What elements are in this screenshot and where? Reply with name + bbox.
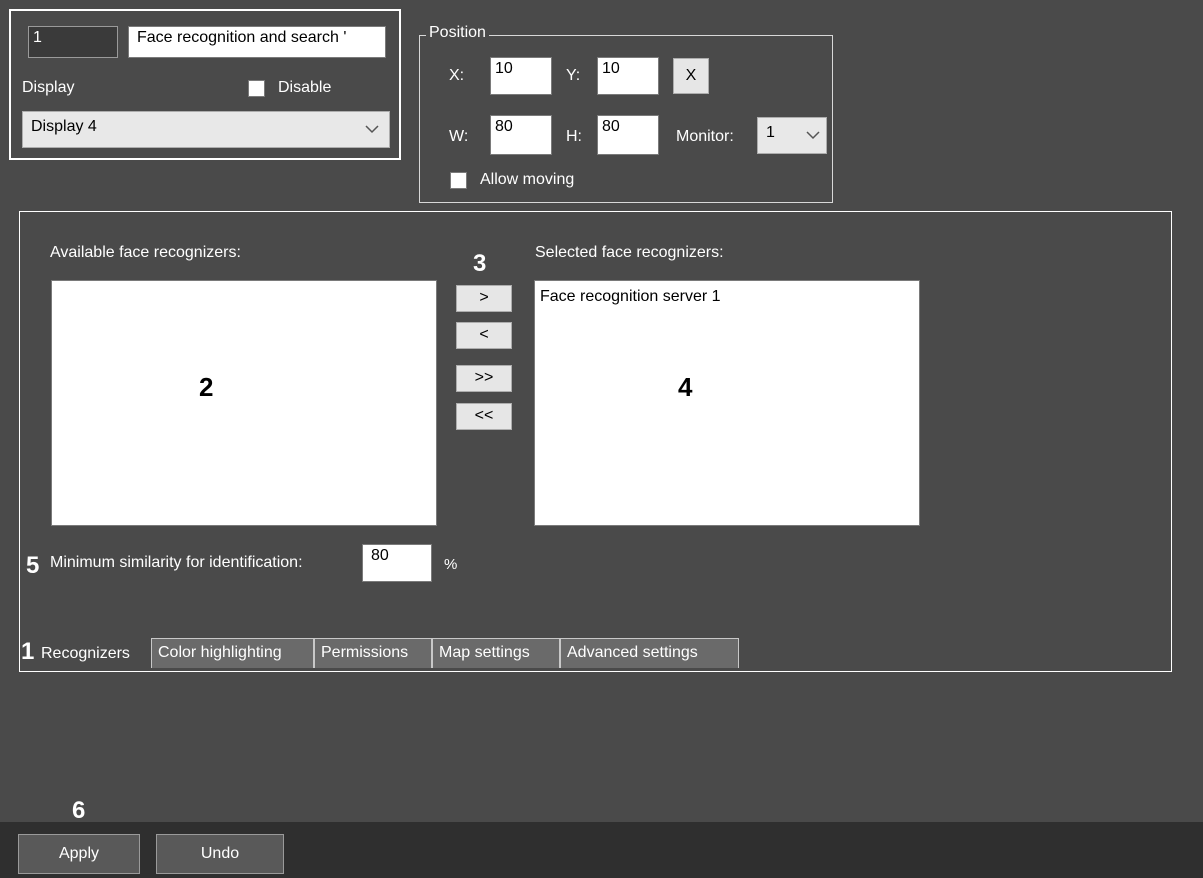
tab-color-highlighting-label: Color highlighting	[158, 644, 282, 661]
tab-permissions-label: Permissions	[321, 644, 409, 661]
callout-4: 4	[678, 372, 693, 402]
callout-5: 5	[26, 552, 40, 579]
remove-all-button[interactable]: <<	[456, 403, 512, 430]
id-field[interactable]: 1	[28, 26, 118, 58]
remove-all-button-label: <<	[474, 407, 494, 424]
display-label: Display	[22, 79, 75, 96]
h-field[interactable]: 80	[597, 115, 659, 155]
monitor-select[interactable]: 1	[757, 117, 827, 154]
allow-moving-label: Allow moving	[480, 171, 575, 188]
callout-1: 1	[21, 638, 35, 665]
apply-button[interactable]: Apply	[18, 834, 140, 874]
available-recognizers-list[interactable]	[51, 280, 437, 526]
apply-button-label: Apply	[58, 845, 100, 862]
tab-map-settings[interactable]: Map settings	[432, 638, 560, 668]
callout-2: 2	[199, 372, 214, 402]
add-all-button-label: >>	[474, 369, 494, 386]
disable-label: Disable	[278, 79, 332, 96]
min-similarity-field[interactable]: 80	[362, 544, 432, 582]
undo-button-label: Undo	[200, 845, 240, 862]
tab-advanced-settings[interactable]: Advanced settings	[560, 638, 739, 668]
tab-map-settings-label: Map settings	[439, 644, 530, 661]
w-field[interactable]: 80	[490, 115, 552, 155]
chevron-down-icon	[365, 125, 379, 134]
h-label: H:	[566, 128, 582, 145]
tab-permissions[interactable]: Permissions	[314, 638, 432, 668]
add-button-label: >	[479, 289, 489, 306]
remove-button-label: <	[479, 326, 489, 343]
selected-recognizers-label: Selected face recognizers:	[535, 244, 724, 261]
position-legend: Position	[426, 24, 489, 42]
monitor-label: Monitor:	[676, 128, 734, 145]
disable-checkbox[interactable]	[248, 80, 265, 97]
percent-label: %	[444, 556, 458, 573]
list-item[interactable]: Face recognition server 1	[540, 288, 721, 306]
tab-recognizers[interactable]: Recognizers	[35, 640, 136, 670]
name-field[interactable]: Face recognition and search '	[128, 26, 386, 58]
tab-advanced-settings-label: Advanced settings	[567, 644, 698, 661]
available-recognizers-label: Available face recognizers:	[50, 244, 241, 261]
x-field[interactable]: 10	[490, 57, 552, 95]
remove-button[interactable]: <	[456, 322, 512, 349]
w-label: W:	[449, 128, 469, 145]
reset-position-label: X	[685, 67, 697, 84]
chevron-down-icon	[806, 131, 820, 140]
undo-button[interactable]: Undo	[156, 834, 284, 874]
reset-position-button[interactable]: X	[673, 58, 709, 94]
monitor-select-value: 1	[766, 124, 775, 141]
display-select-value: Display 4	[31, 118, 97, 135]
add-all-button[interactable]: >>	[456, 365, 512, 392]
min-similarity-label: Minimum similarity for identification:	[50, 554, 303, 571]
display-select[interactable]: Display 4	[22, 111, 390, 148]
callout-6: 6	[72, 797, 86, 824]
tab-recognizers-label: Recognizers	[41, 645, 130, 662]
tab-color-highlighting[interactable]: Color highlighting	[151, 638, 314, 668]
callout-3: 3	[473, 250, 487, 277]
selected-recognizers-list[interactable]: Face recognition server 1	[534, 280, 920, 526]
y-field[interactable]: 10	[597, 57, 659, 95]
add-button[interactable]: >	[456, 285, 512, 312]
x-label: X:	[449, 67, 465, 84]
allow-moving-checkbox[interactable]	[450, 172, 467, 189]
y-label: Y:	[566, 67, 581, 84]
